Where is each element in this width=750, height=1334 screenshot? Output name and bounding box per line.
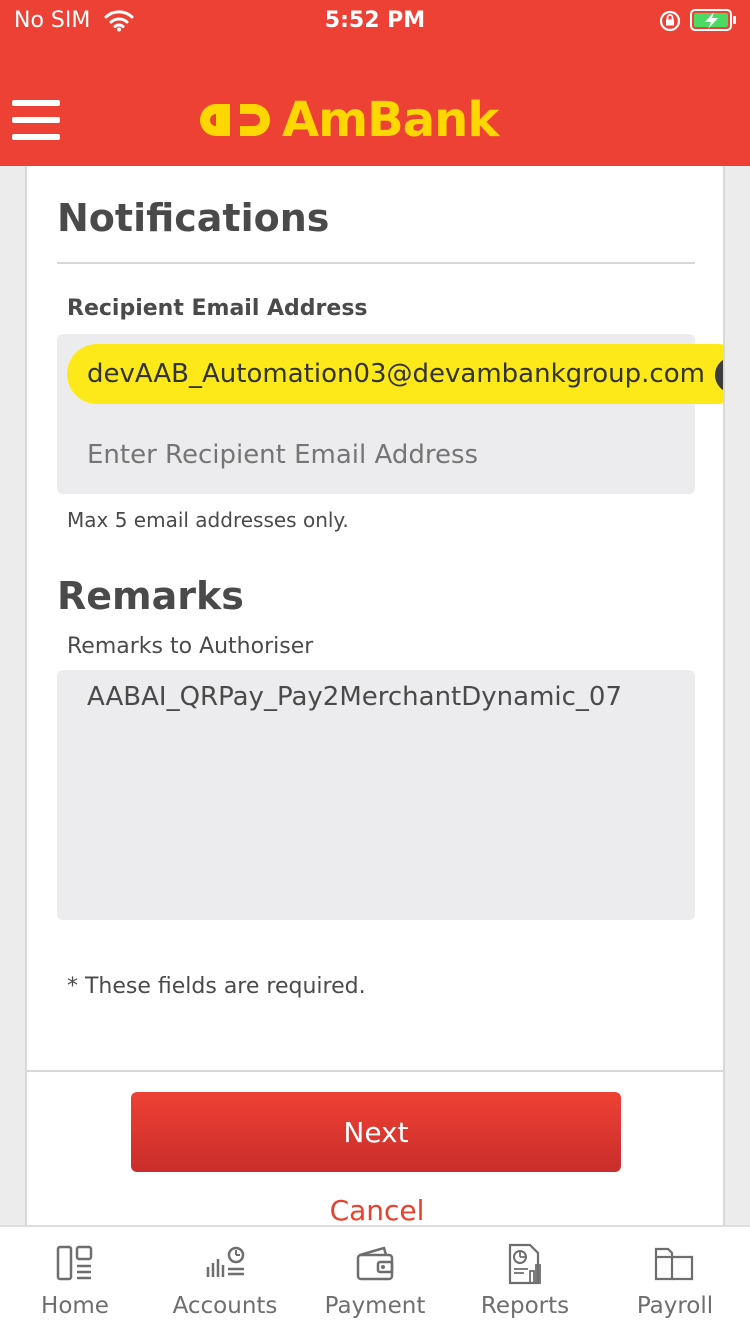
status-time: 5:52 PM — [324, 8, 426, 33]
notifications-heading: Notifications — [57, 196, 330, 240]
tab-payment[interactable]: Payment — [300, 1241, 450, 1319]
home-icon — [56, 1245, 93, 1281]
accounts-icon — [206, 1246, 245, 1277]
divider — [57, 262, 695, 264]
email-chip-text: devAAB_Automation03@devambankgroup.com — [87, 359, 705, 389]
folder-icon — [654, 1247, 694, 1281]
menu-icon[interactable] — [12, 100, 60, 140]
tab-home[interactable]: Home — [0, 1241, 150, 1319]
remarks-heading: Remarks — [57, 574, 244, 618]
tab-accounts[interactable]: Accounts — [150, 1241, 300, 1319]
recipient-email-input[interactable] — [87, 440, 677, 470]
bottom-tab-bar: Home Accounts Payment Reports Payroll — [0, 1225, 750, 1334]
ambank-logo-mark-icon — [200, 104, 270, 136]
status-bar: No SIM 5:52 PM — [0, 0, 750, 44]
tab-reports-label: Reports — [480, 1293, 570, 1319]
remarks-value: AABAI_QRPay_Pay2MerchantDynamic_07 — [87, 682, 622, 712]
reports-icon — [508, 1243, 541, 1285]
tab-payment-label: Payment — [324, 1293, 426, 1319]
tab-payroll-label: Payroll — [636, 1293, 714, 1319]
tab-payroll[interactable]: Payroll — [600, 1241, 750, 1319]
email-help-text: Max 5 email addresses only. — [67, 508, 349, 532]
orientation-lock-icon — [659, 10, 681, 32]
battery-charging-icon — [690, 9, 736, 31]
ambank-logo: AmBank — [196, 88, 499, 152]
tab-accounts-label: Accounts — [172, 1293, 278, 1319]
brand-name: AmBank — [282, 92, 499, 148]
wallet-icon — [356, 1246, 394, 1281]
cancel-link[interactable]: Cancel — [27, 1194, 723, 1226]
recipient-email-label: Recipient Email Address — [67, 296, 368, 321]
form-card: Notifications Recipient Email Address de… — [25, 166, 725, 1226]
app-header: AmBank — [0, 44, 750, 166]
divider — [27, 1070, 723, 1072]
required-note: * These fields are required. — [67, 974, 366, 999]
remarks-label: Remarks to Authoriser — [67, 634, 314, 659]
next-button[interactable]: Next — [131, 1092, 621, 1172]
tab-home-label: Home — [41, 1293, 109, 1319]
tab-reports[interactable]: Reports — [450, 1241, 600, 1319]
